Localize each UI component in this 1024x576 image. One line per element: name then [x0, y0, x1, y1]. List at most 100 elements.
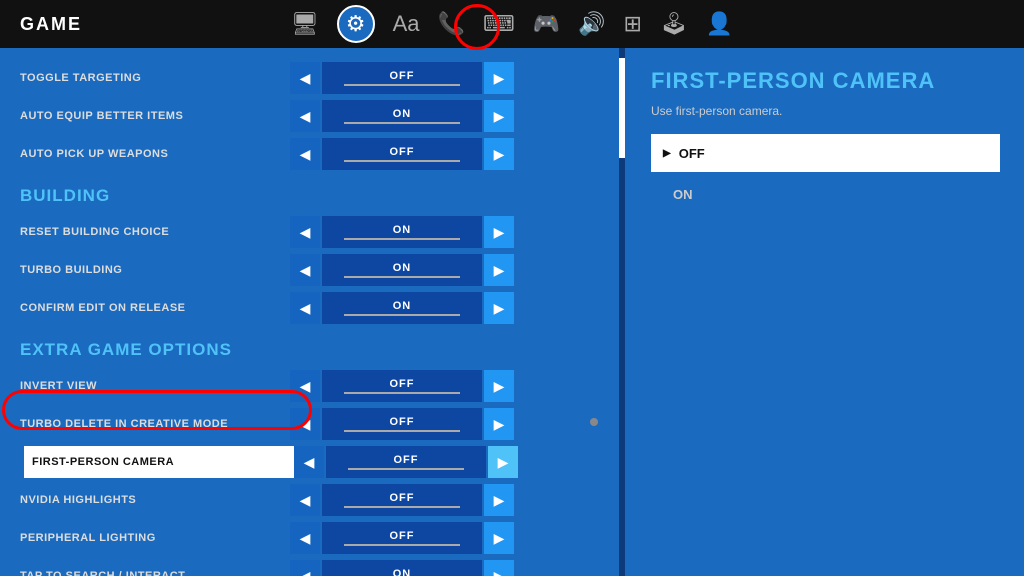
left-arrow-button[interactable]: ◀: [294, 446, 324, 478]
setting-name: TURBO BUILDING: [20, 264, 290, 276]
setting-name: TAP TO SEARCH / INTERACT: [20, 570, 290, 576]
left-arrow-button[interactable]: ◀: [290, 100, 320, 132]
value-underline: [344, 84, 459, 86]
setting-row-auto-pick-up-weapons[interactable]: AUTO PICK UP WEAPONS◀OFF▶: [20, 136, 615, 172]
monitor-icon[interactable]: 🖥: [291, 11, 319, 37]
control-area: ◀ OFF ▶: [290, 408, 514, 440]
setting-row-toggle-targeting[interactable]: TOGGLE TARGETING◀ OFF ▶: [20, 60, 615, 96]
left-arrow-button[interactable]: ◀: [290, 138, 320, 170]
value-underline: [344, 430, 459, 432]
gear-icon[interactable]: ⚙: [337, 5, 375, 43]
volume-icon[interactable]: 🔊: [578, 11, 605, 37]
value-text: OFF: [390, 530, 415, 542]
control-area: ◀ OFF ▶: [290, 484, 514, 516]
left-arrow-button[interactable]: ◀: [290, 484, 320, 516]
setting-row-reset-building-choice[interactable]: RESET BUILDING CHOICE◀ ON ▶: [20, 214, 615, 250]
control-area: ◀ ON ▶: [290, 100, 514, 132]
grid-icon[interactable]: ⊞: [624, 11, 642, 37]
value-bar: OFF: [322, 408, 482, 440]
right-arrow-button[interactable]: ▶: [484, 216, 514, 248]
value-text: ON: [393, 568, 412, 576]
setting-name: TOGGLE TARGETING: [20, 72, 290, 84]
setting-name: AUTO EQUIP BETTER ITEMS: [20, 110, 290, 122]
value-text: OFF: [390, 378, 415, 390]
setting-name: TURBO DELETE IN CREATIVE MODE: [20, 418, 290, 430]
value-text: ON: [393, 300, 412, 312]
right-arrow-button[interactable]: ▶: [484, 292, 514, 324]
right-arrow-button[interactable]: ▶: [484, 100, 514, 132]
control-area: ◀ OFF ▶: [290, 522, 514, 554]
setting-row-first-person-camera[interactable]: FIRST-PERSON CAMERA◀OFF▶: [20, 444, 615, 480]
right-arrow-button[interactable]: ▶: [488, 446, 518, 478]
value-text: ON: [393, 224, 412, 236]
user-icon[interactable]: 👤: [706, 11, 733, 37]
setting-row-auto-equip-better-items[interactable]: AUTO EQUIP BETTER ITEMS◀ ON ▶: [20, 98, 615, 134]
control-area: ◀ ON ▶: [290, 216, 514, 248]
right-arrow-button[interactable]: ▶: [484, 370, 514, 402]
left-arrow-button[interactable]: ◀: [290, 370, 320, 402]
detail-option-on[interactable]: ON: [651, 175, 1000, 213]
value-text: ON: [393, 108, 412, 120]
value-bar: OFF: [322, 370, 482, 402]
scrollbar[interactable]: [619, 48, 625, 576]
scroll-thumb: [619, 58, 625, 158]
detail-option-off[interactable]: ▶OFF: [651, 134, 1000, 172]
value-underline: [344, 506, 459, 508]
section-extra-label: EXTRA GAME OPTIONS: [20, 340, 615, 360]
value-underline: [344, 122, 459, 124]
setting-name: RESET BUILDING CHOICE: [20, 226, 290, 238]
value-underline: [344, 544, 459, 546]
left-arrow-button[interactable]: ◀: [290, 62, 320, 94]
control-area: ◀ OFF ▶: [290, 370, 514, 402]
settings-list: TOGGLE TARGETING◀OFF▶AUTO EQUIP BETTER I…: [0, 48, 615, 576]
setting-row-invert-view[interactable]: INVERT VIEW◀ OFF ▶: [20, 368, 615, 404]
value-bar: ON: [322, 254, 482, 286]
right-arrow-button[interactable]: ▶: [484, 522, 514, 554]
value-bar: OFF: [326, 446, 486, 478]
phone-icon[interactable]: 📞: [438, 11, 465, 37]
left-arrow-button[interactable]: ◀: [290, 408, 320, 440]
value-text: OFF: [390, 416, 415, 428]
setting-name: INVERT VIEW: [20, 380, 290, 392]
right-arrow-button[interactable]: ▶: [484, 484, 514, 516]
gamepad2-icon[interactable]: 🎮: [533, 11, 560, 37]
main-content: TOGGLE TARGETING◀OFF▶AUTO EQUIP BETTER I…: [0, 48, 1024, 576]
setting-row-confirm-edit-on-release[interactable]: CONFIRM EDIT ON RELEASE◀ ON ▶: [20, 290, 615, 326]
control-area: ◀ ON ▶: [290, 292, 514, 324]
setting-name: CONFIRM EDIT ON RELEASE: [20, 302, 290, 314]
setting-row-turbo-building[interactable]: TURBO BUILDING◀ ON ▶: [20, 252, 615, 288]
value-bar: ON: [322, 216, 482, 248]
detail-title: FIRST-PERSON CAMERA: [651, 68, 1000, 94]
value-text: OFF: [390, 146, 415, 158]
top-navigation: GAME 🖥 ⚙ Aa 📞 ⌨ 🎮 🔊 ⊞ 🕹 👤: [0, 0, 1024, 48]
left-arrow-button[interactable]: ◀: [290, 560, 320, 576]
left-arrow-button[interactable]: ◀: [290, 292, 320, 324]
setting-row-turbo-delete-in-creative-mode[interactable]: TURBO DELETE IN CREATIVE MODE◀ OFF ▶: [20, 406, 615, 442]
value-underline: [344, 314, 459, 316]
detail-options: ▶OFFON: [651, 134, 1000, 213]
right-arrow-button[interactable]: ▶: [484, 62, 514, 94]
right-arrow-button[interactable]: ▶: [484, 560, 514, 576]
controller-icon[interactable]: 🕹: [660, 11, 688, 37]
setting-row-nvidia-highlights[interactable]: NVIDIA HIGHLIGHTS◀OFF▶: [20, 482, 615, 518]
control-area: ◀OFF▶: [294, 446, 518, 478]
setting-row-tap-to-search--interact[interactable]: TAP TO SEARCH / INTERACT◀ ON ▶: [20, 558, 615, 576]
left-arrow-button[interactable]: ◀: [290, 216, 320, 248]
right-arrow-button[interactable]: ▶: [484, 254, 514, 286]
right-arrow-button[interactable]: ▶: [484, 408, 514, 440]
value-underline: [344, 276, 459, 278]
value-text: OFF: [390, 492, 415, 504]
value-text: OFF: [390, 70, 415, 82]
control-area: ◀ OFF ▶: [290, 138, 514, 170]
value-bar: OFF: [322, 62, 482, 94]
right-arrow-button[interactable]: ▶: [484, 138, 514, 170]
left-arrow-button[interactable]: ◀: [290, 254, 320, 286]
left-arrow-button[interactable]: ◀: [290, 522, 320, 554]
text-icon[interactable]: Aa: [393, 11, 420, 37]
value-underline: [348, 468, 463, 470]
value-underline: [344, 160, 459, 162]
value-underline: [344, 238, 459, 240]
keyboard-icon[interactable]: ⌨: [483, 11, 515, 37]
setting-row-peripheral-lighting[interactable]: PERIPHERAL LIGHTING◀OFF▶: [20, 520, 615, 556]
value-text: ON: [393, 262, 412, 274]
